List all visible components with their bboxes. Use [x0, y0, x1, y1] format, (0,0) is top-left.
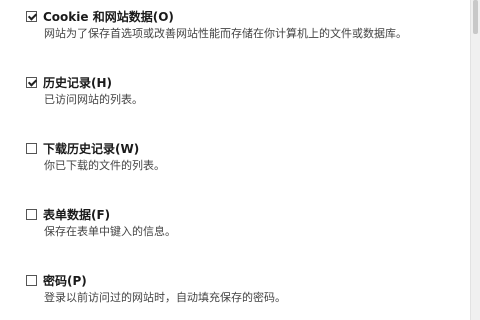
history-label[interactable]: 历史记录(H): [43, 74, 112, 91]
option-cookies-row[interactable]: Cookie 和网站数据(O): [26, 8, 456, 24]
option-form-data: 表单数据(F) 保存在表单中键入的信息。: [26, 206, 456, 240]
option-history-row[interactable]: 历史记录(H): [26, 74, 456, 90]
option-history: 历史记录(H) 已访问网站的列表。: [26, 74, 456, 108]
form-data-description: 保存在表单中键入的信息。: [44, 225, 176, 238]
option-download-history-row[interactable]: 下载历史记录(W): [26, 140, 456, 156]
download-history-checkbox[interactable]: [26, 142, 37, 154]
option-passwords: 密码(P) 登录以前访问过的网站时，自动填充保存的密码。: [26, 272, 456, 306]
cookies-checkbox[interactable]: [26, 10, 37, 22]
delete-browsing-history-dialog: Cookie 和网站数据(O) 网站为了保存首选项或改善网站性能而存储在你计算机…: [0, 0, 470, 320]
passwords-description: 登录以前访问过的网站时，自动填充保存的密码。: [44, 291, 286, 304]
download-history-description: 你已下载的文件的列表。: [44, 159, 165, 172]
scrollbar-thumb[interactable]: [473, 0, 478, 34]
option-passwords-row[interactable]: 密码(P): [26, 272, 456, 288]
cookies-description: 网站为了保存首选项或改善网站性能而存储在你计算机上的文件或数据库。: [44, 27, 407, 40]
option-cookies: Cookie 和网站数据(O) 网站为了保存首选项或改善网站性能而存储在你计算机…: [26, 8, 456, 42]
passwords-label[interactable]: 密码(P): [43, 272, 87, 289]
form-data-checkbox[interactable]: [26, 208, 37, 220]
download-history-label[interactable]: 下载历史记录(W): [43, 140, 139, 157]
form-data-label[interactable]: 表单数据(F): [43, 206, 110, 223]
option-download-history: 下载历史记录(W) 你已下载的文件的列表。: [26, 140, 456, 174]
history-description: 已访问网站的列表。: [44, 93, 143, 106]
passwords-checkbox[interactable]: [26, 274, 37, 286]
vertical-scrollbar[interactable]: [470, 0, 480, 320]
history-checkbox[interactable]: [26, 76, 37, 88]
cookies-label[interactable]: Cookie 和网站数据(O): [43, 8, 174, 25]
option-form-data-row[interactable]: 表单数据(F): [26, 206, 456, 222]
